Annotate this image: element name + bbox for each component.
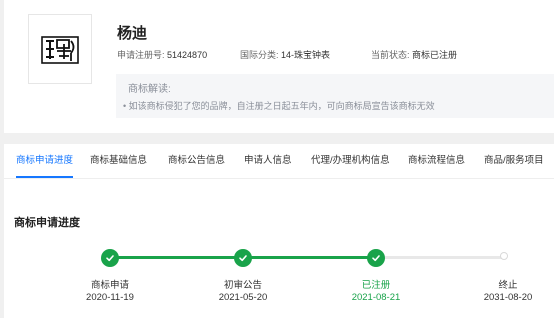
trademark-logo xyxy=(28,14,92,84)
registration-number-label: 申请注册号: xyxy=(117,50,165,60)
trademark-name: 杨迪 xyxy=(117,25,148,42)
step-date-terminated: 2031-08-20 xyxy=(483,292,533,303)
check-icon xyxy=(106,255,114,262)
step-label-terminated: 终止 xyxy=(498,280,518,291)
detail-tabs: 商标申请进度 商标基础信息 商标公告信息 申请人信息 代理/办理机构信息 商标流… xyxy=(4,144,554,179)
step-date-registered: 2021-08-21 xyxy=(351,292,401,303)
progress-line-pending xyxy=(380,256,503,259)
tab-agency-info[interactable]: 代理/办理机构信息 xyxy=(311,144,390,178)
registration-number-value: 51424870 xyxy=(167,50,208,60)
current-status-label: 当前状态: xyxy=(371,50,410,60)
application-progress-panel: 商标申请进度 商标申请 2020-11-19 初审公告 2021-05-20 已… xyxy=(4,179,554,318)
check-icon xyxy=(372,255,380,262)
progress-section-title: 商标申请进度 xyxy=(14,217,80,229)
trademark-header-card: 杨迪 申请注册号: 51424870 国际分类: 14-珠宝钟表 当前状态: 商… xyxy=(4,0,554,133)
step-label-preliminary: 初审公告 xyxy=(223,280,263,291)
tab-goods-services[interactable]: 商品/服务项目 xyxy=(484,144,544,178)
international-class-label: 国际分类: xyxy=(240,50,279,60)
tab-application-progress[interactable]: 商标申请进度 xyxy=(16,144,74,178)
step-node-terminated xyxy=(500,252,508,260)
tab-announcement-info[interactable]: 商标公告信息 xyxy=(168,144,225,178)
current-status-value: 商标已注册 xyxy=(412,50,458,60)
check-icon xyxy=(239,255,247,262)
trademark-interpretation: 商标解读: • 如该商标侵犯了您的品牌，自注册之日起五年内，可向商标局宣告该商标… xyxy=(116,74,554,118)
international-class: 国际分类: 14-珠宝钟表 xyxy=(240,48,330,61)
international-class-value: 14-珠宝钟表 xyxy=(281,50,331,60)
step-date-preliminary: 2021-05-20 xyxy=(218,292,268,303)
tab-applicant-info[interactable]: 申请人信息 xyxy=(244,144,292,178)
trademark-seal-logo-icon xyxy=(41,36,79,64)
step-node-application xyxy=(101,249,119,267)
interpretation-title: 商标解读: xyxy=(128,84,171,95)
tab-basic-info[interactable]: 商标基础信息 xyxy=(90,144,147,178)
step-date-application: 2020-11-19 xyxy=(86,292,134,303)
current-status: 当前状态: 商标已注册 xyxy=(371,48,457,61)
step-label-application: 商标申请 xyxy=(90,280,130,291)
step-node-preliminary xyxy=(234,249,252,267)
registration-number: 申请注册号: 51424870 xyxy=(117,48,207,61)
step-node-registered xyxy=(367,249,385,267)
interpretation-text: • 如该商标侵犯了您的品牌，自注册之日起五年内，可向商标局宣告该商标无效 xyxy=(123,101,435,111)
tab-process-info[interactable]: 商标流程信息 xyxy=(408,144,465,178)
step-label-registered: 已注册 xyxy=(361,280,391,291)
